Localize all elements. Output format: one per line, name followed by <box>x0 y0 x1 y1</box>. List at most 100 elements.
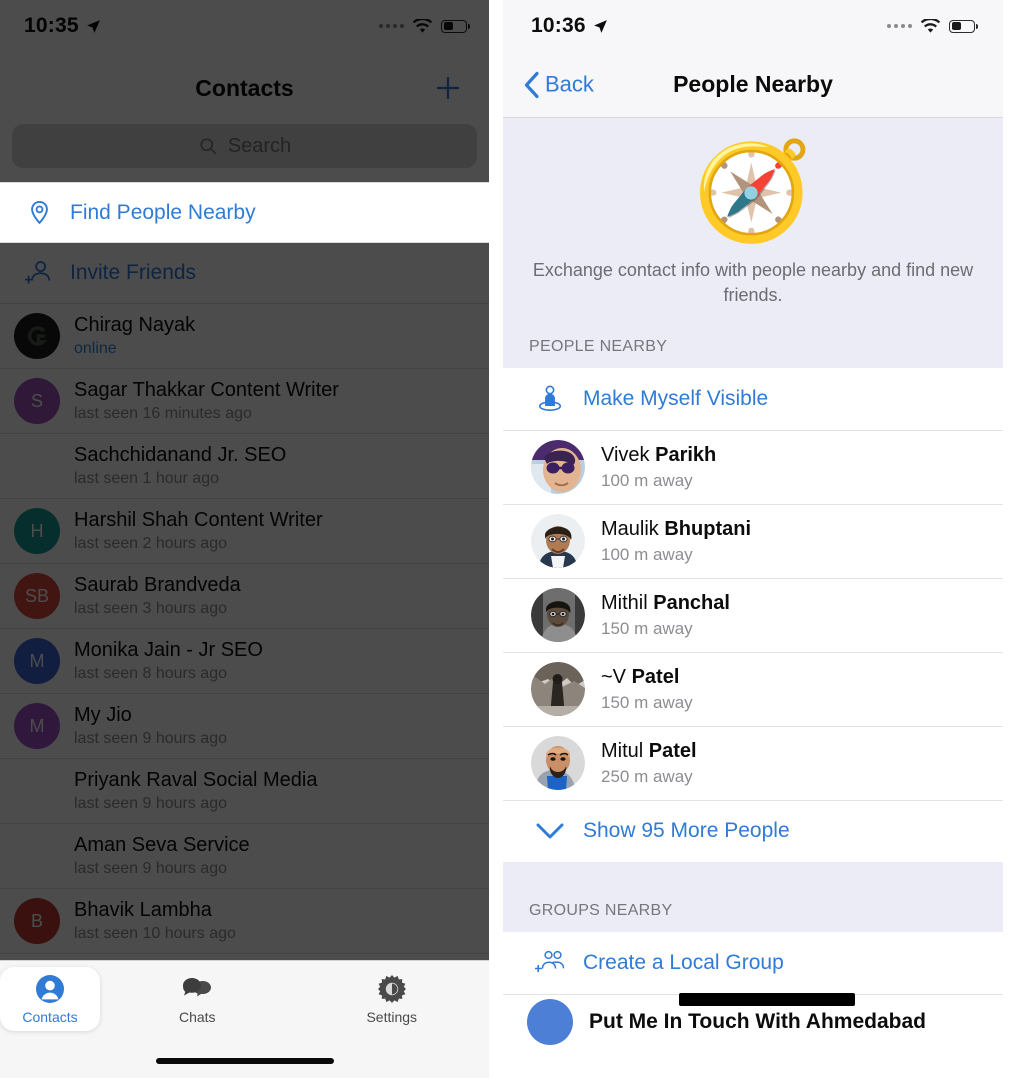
tab-chats[interactable]: Chats <box>100 967 295 1031</box>
contact-name: Sachchidanand Jr. SEO <box>74 444 287 466</box>
people-nearby-navbar: Back People Nearby <box>503 52 1003 118</box>
avatar <box>531 514 585 569</box>
avatar <box>527 999 573 1046</box>
person-name: ~V Patel <box>601 665 680 688</box>
contact-status: last seen 8 hours ago <box>74 665 227 682</box>
tab-contacts[interactable]: Contacts <box>0 967 100 1031</box>
back-button[interactable]: Back <box>523 71 594 98</box>
status-time: 10:35 <box>24 14 79 37</box>
contact-status: last seen 9 hours ago <box>74 795 227 812</box>
avatar <box>14 313 60 359</box>
avatar: SB <box>14 573 60 619</box>
contact-name: Aman Seva Service <box>74 834 250 856</box>
back-label: Back <box>545 71 594 97</box>
person-text: Mithil Panchal 150 m away <box>601 592 730 639</box>
contacts-screen: 10:35 Contacts Search Find People Nearby… <box>0 0 497 1078</box>
group-row[interactable]: Put Me In Touch With Ahmedabad <box>503 992 1003 1050</box>
contact-text: Aman Seva Service last seen 9 hours ago <box>74 834 250 878</box>
avatar: S <box>14 378 60 424</box>
wifi-icon <box>412 18 433 33</box>
avatar: H <box>14 508 60 554</box>
contact-status: last seen 1 hour ago <box>74 470 219 487</box>
tab-settings[interactable]: Settings <box>295 967 490 1031</box>
contact-row[interactable]: B Bhavik Lambha last seen 10 hours ago <box>0 889 489 954</box>
person-distance: 150 m away <box>601 618 693 638</box>
person-row[interactable]: Mithil Panchal 150 m away <box>503 577 1003 652</box>
create-local-group-row[interactable]: Create a Local Group <box>503 931 1003 994</box>
contact-row[interactable]: S Sagar Thakkar Content Writer last seen… <box>0 369 489 434</box>
tab-settings-label: Settings <box>366 1009 418 1025</box>
contact-text: Bhavik Lambha last seen 10 hours ago <box>74 899 236 943</box>
person-distance: 250 m away <box>601 766 693 786</box>
person-row[interactable]: Mitul Patel 250 m away <box>503 725 1003 800</box>
contact-row[interactable]: M My Jio last seen 9 hours ago <box>0 694 489 759</box>
person-text: ~V Patel 150 m away <box>601 666 693 713</box>
status-bar-time-group: 10:36 <box>531 14 609 38</box>
location-pin-icon <box>24 198 54 228</box>
person-text: Mitul Patel 250 m away <box>601 740 697 787</box>
contact-status: online <box>74 340 117 357</box>
contact-row[interactable]: Sachchidanand Jr. SEO last seen 1 hour a… <box>0 434 489 499</box>
people-list: Vivek Parikh 100 m away Maulik Bhuptani … <box>503 429 1003 800</box>
people-nearby-section-header: PEOPLE NEARBY <box>503 323 1003 368</box>
contact-text: Chirag Nayak online <box>74 314 195 358</box>
contact-row[interactable]: Chirag Nayak online <box>0 304 489 369</box>
invite-friends-row[interactable]: Invite Friends <box>0 243 489 304</box>
contact-row[interactable]: H Harshil Shah Content Writer last seen … <box>0 499 489 564</box>
contact-text: Saurab Brandveda last seen 3 hours ago <box>74 574 241 618</box>
status-bar-indicators <box>887 18 978 34</box>
contact-row[interactable]: SB Saurab Brandveda last seen 3 hours ag… <box>0 564 489 629</box>
contact-text: Sagar Thakkar Content Writer last seen 1… <box>74 379 339 423</box>
show-more-people-row[interactable]: Show 95 More People <box>503 799 1003 862</box>
contact-row[interactable]: Priyank Raval Social Media last seen 9 h… <box>0 759 489 824</box>
groups-nearby-section-header: GROUPS NEARBY <box>503 887 1003 932</box>
battery-icon <box>949 19 978 33</box>
contact-text: Monika Jain - Jr SEO last seen 8 hours a… <box>74 639 263 683</box>
contact-text: Harshil Shah Content Writer last seen 2 … <box>74 509 323 553</box>
avatar: M <box>14 703 60 749</box>
person-row[interactable]: Maulik Bhuptani 100 m away <box>503 503 1003 578</box>
avatar <box>531 662 585 717</box>
location-arrow-icon <box>593 19 607 33</box>
avatar <box>14 833 60 879</box>
wifi-icon <box>920 18 941 33</box>
contact-name: Priyank Raval Social Media <box>74 769 318 791</box>
avatar <box>531 736 585 791</box>
home-indicator[interactable] <box>155 1058 334 1064</box>
person-row[interactable]: Vivek Parikh 100 m away <box>503 429 1003 504</box>
status-bar-time-group: 10:35 <box>24 14 102 38</box>
make-myself-visible-row[interactable]: Make Myself Visible <box>503 367 1003 430</box>
chevron-down-icon <box>535 816 565 846</box>
contact-row[interactable]: Aman Seva Service last seen 9 hours ago <box>0 824 489 889</box>
tab-chats-label: Chats <box>178 1009 216 1025</box>
person-text: Maulik Bhuptani 100 m away <box>601 518 751 565</box>
battery-icon <box>441 19 470 33</box>
status-time: 10:36 <box>531 14 586 37</box>
contact-name: Saurab Brandveda <box>74 574 241 596</box>
contacts-navbar: Contacts <box>0 52 489 124</box>
person-distance: 100 m away <box>601 544 693 564</box>
contacts-list: Chirag Nayak online S Sagar Thakkar Cont… <box>0 304 489 954</box>
contact-name: Bhavik Lambha <box>74 899 212 921</box>
search-input[interactable]: Search <box>12 124 477 168</box>
page-title: People Nearby <box>673 71 833 97</box>
search-icon <box>200 138 217 155</box>
show-more-people-label: Show 95 More People <box>583 819 790 843</box>
contact-status: last seen 3 hours ago <box>74 600 227 617</box>
make-myself-visible-label: Make Myself Visible <box>583 386 769 410</box>
contact-text: My Jio last seen 9 hours ago <box>74 704 227 748</box>
chevron-left-icon <box>524 71 539 98</box>
tab-contacts-label: Contacts <box>22 1009 78 1025</box>
contact-name: Sagar Thakkar Content Writer <box>74 379 339 401</box>
contact-status: last seen 9 hours ago <box>74 730 227 747</box>
person-row[interactable]: ~V Patel 150 m away <box>503 651 1003 726</box>
add-icon[interactable] <box>433 73 463 103</box>
group-add-icon <box>535 948 565 978</box>
invite-friends-label: Invite Friends <box>70 261 197 284</box>
find-people-nearby-row[interactable]: Find People Nearby <box>0 182 489 243</box>
contact-status: last seen 9 hours ago <box>74 860 227 877</box>
contact-row[interactable]: M Monika Jain - Jr SEO last seen 8 hours… <box>0 629 489 694</box>
avatar <box>531 440 585 495</box>
contact-status: last seen 16 minutes ago <box>74 405 252 422</box>
contact-name: Chirag Nayak <box>74 314 196 336</box>
